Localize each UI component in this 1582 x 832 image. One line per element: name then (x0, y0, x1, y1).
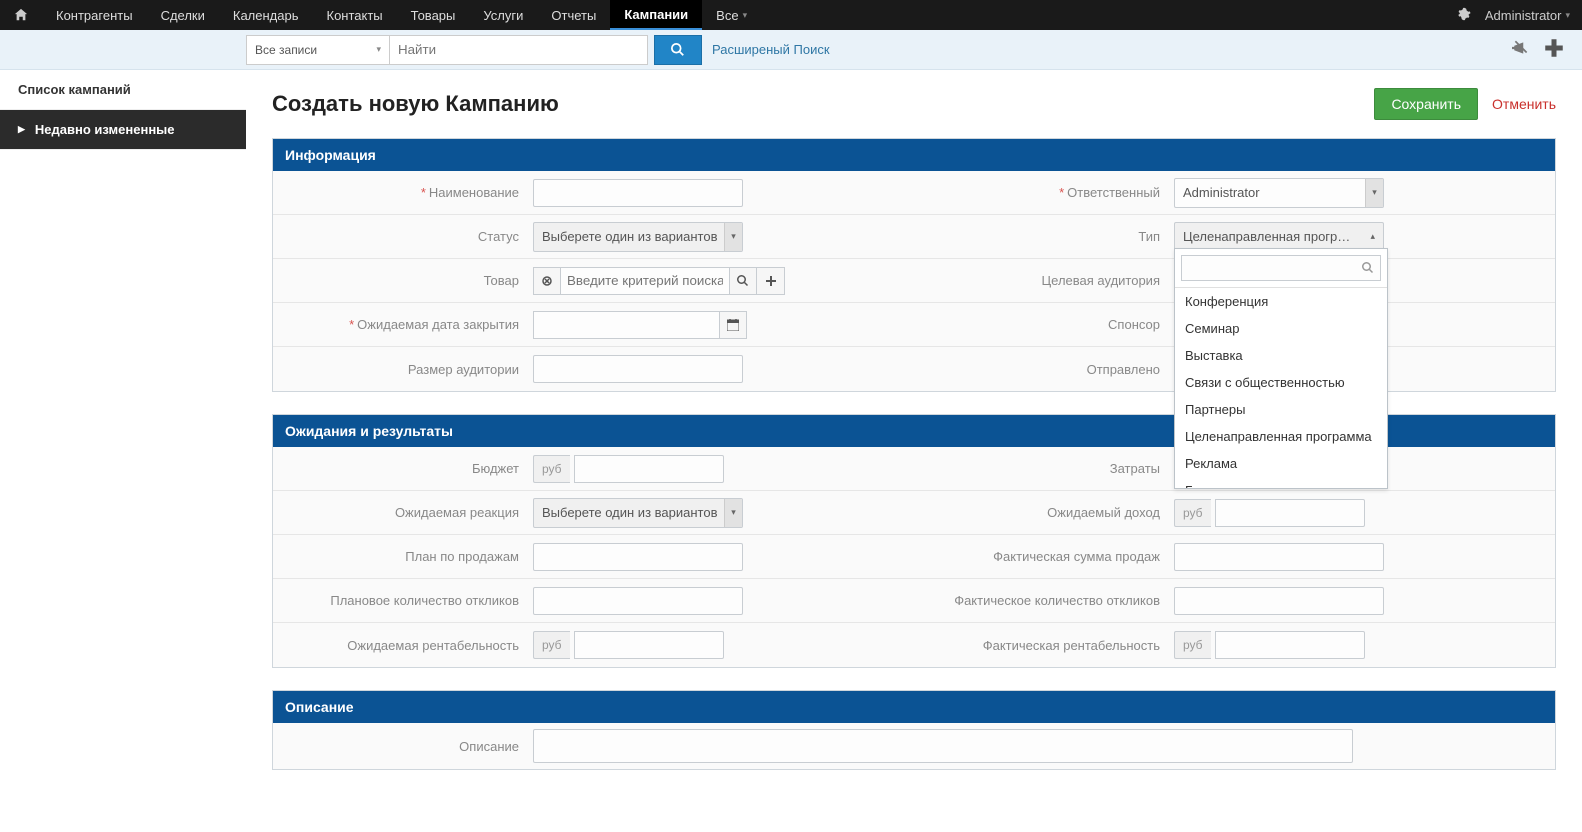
search-scope-select[interactable]: Все записи▾ (246, 35, 390, 65)
label-expected-revenue: Ожидаемый доход (1047, 505, 1160, 520)
currency-prefix: руб (533, 631, 570, 659)
save-button[interactable]: Сохранить (1374, 88, 1478, 120)
product-add-icon[interactable] (757, 267, 785, 295)
close-date-field[interactable] (533, 311, 719, 339)
type-dropdown: Конференция Семинар Выставка Связи с общ… (1174, 248, 1388, 489)
product-clear-icon[interactable] (533, 267, 561, 295)
advanced-search-link[interactable]: Расширеный Поиск (712, 42, 830, 57)
home-icon[interactable] (0, 0, 42, 30)
currency-prefix: руб (1174, 631, 1211, 659)
label-description: Описание (459, 739, 519, 754)
sidebar-item-campaign-list[interactable]: Список кампаний (0, 70, 246, 110)
label-status: Статус (478, 229, 519, 244)
nav-all[interactable]: Все▾ (702, 0, 761, 30)
search-button[interactable] (654, 35, 702, 65)
type-option-advertising[interactable]: Реклама (1175, 450, 1387, 477)
name-field[interactable] (533, 179, 743, 207)
label-sent: Отправлено (1087, 362, 1160, 377)
label-costs: Затраты (1110, 461, 1160, 476)
page-title: Создать новую Кампанию (272, 91, 559, 117)
label-budget: Бюджет (472, 461, 519, 476)
audience-size-field[interactable] (533, 355, 743, 383)
plus-icon[interactable] (1544, 38, 1564, 61)
panel-information-header: Информация (273, 139, 1555, 171)
main-content: Создать новую Кампанию Сохранить Отменит… (246, 70, 1582, 832)
panel-description: Описание Описание (272, 690, 1556, 770)
nav-services[interactable]: Услуги (469, 0, 537, 30)
label-actual-roi: Фактическая рентабельность (983, 638, 1160, 653)
actual-responses-field[interactable] (1174, 587, 1384, 615)
user-menu[interactable]: Administrator▾ (1485, 8, 1570, 23)
label-sales-plan: План по продажам (405, 549, 519, 564)
status-select[interactable]: Выберете один из вариантов▾ (533, 222, 743, 252)
expected-response-select[interactable]: Выберете один из вариантов▾ (533, 498, 743, 528)
panel-description-header: Описание (273, 691, 1555, 723)
top-nav: Контрагенты Сделки Календарь Контакты То… (0, 0, 1582, 30)
label-sponsor: Спонсор (1108, 317, 1160, 332)
megaphone-icon[interactable] (1512, 39, 1530, 60)
calendar-icon[interactable] (719, 311, 747, 339)
label-product: Товар (484, 273, 519, 288)
cancel-button[interactable]: Отменить (1492, 96, 1556, 112)
type-option-pr[interactable]: Связи с общественностью (1175, 369, 1387, 396)
expected-roi-field[interactable] (574, 631, 724, 659)
label-responsible: Ответственный (1067, 185, 1160, 200)
chevron-right-icon: ▶ (18, 124, 25, 135)
type-option-targeted[interactable]: Целенаправленная программа (1175, 423, 1387, 450)
currency-prefix: руб (1174, 499, 1211, 527)
gear-icon[interactable] (1457, 7, 1471, 24)
search-input[interactable] (390, 35, 648, 65)
label-expected-roi: Ожидаемая рентабельность (347, 638, 519, 653)
product-field[interactable] (561, 267, 729, 295)
expected-revenue-field[interactable] (1215, 499, 1365, 527)
nav-calendar[interactable]: Календарь (219, 0, 313, 30)
nav-counterparties[interactable]: Контрагенты (42, 0, 147, 30)
label-planned-responses: Плановое количество откликов (330, 593, 519, 608)
responsible-select[interactable]: Administrator▾ (1174, 178, 1384, 208)
sidebar-item-recently-modified[interactable]: ▶ Недавно измененные (0, 110, 246, 150)
nav-campaigns[interactable]: Кампании (610, 0, 702, 30)
nav-reports[interactable]: Отчеты (537, 0, 610, 30)
actual-roi-field[interactable] (1215, 631, 1365, 659)
product-search-icon[interactable] (729, 267, 757, 295)
label-audience-size: Размер аудитории (408, 362, 519, 377)
nav-deals[interactable]: Сделки (147, 0, 219, 30)
label-name: Наименование (429, 185, 519, 200)
type-dropdown-search[interactable] (1181, 255, 1381, 281)
description-field[interactable] (533, 729, 1353, 763)
currency-prefix: руб (533, 455, 570, 483)
budget-field[interactable] (574, 455, 724, 483)
label-type: Тип (1138, 229, 1160, 244)
label-target-audience: Целевая аудитория (1042, 273, 1160, 288)
label-expected-response: Ожидаемая реакция (395, 505, 519, 520)
nav-products[interactable]: Товары (397, 0, 470, 30)
label-close-date: Ожидаемая дата закрытия (357, 317, 519, 332)
type-option-partners[interactable]: Партнеры (1175, 396, 1387, 423)
label-actual-sales: Фактическая сумма продаж (993, 549, 1160, 564)
sales-plan-field[interactable] (533, 543, 743, 571)
nav-contacts[interactable]: Контакты (313, 0, 397, 30)
actual-sales-field[interactable] (1174, 543, 1384, 571)
type-option-exhibition[interactable]: Выставка (1175, 342, 1387, 369)
type-option-conference[interactable]: Конференция (1175, 288, 1387, 315)
sidebar: Список кампаний ▶ Недавно измененные (0, 70, 246, 832)
panel-information: Информация *Наименование *Ответственный … (272, 138, 1556, 392)
search-bar: Все записи▾ Расширеный Поиск (0, 30, 1582, 70)
label-actual-responses: Фактическое количество откликов (954, 593, 1160, 608)
type-option-banners[interactable]: Баннеры (1175, 477, 1387, 488)
type-option-seminar[interactable]: Семинар (1175, 315, 1387, 342)
planned-responses-field[interactable] (533, 587, 743, 615)
